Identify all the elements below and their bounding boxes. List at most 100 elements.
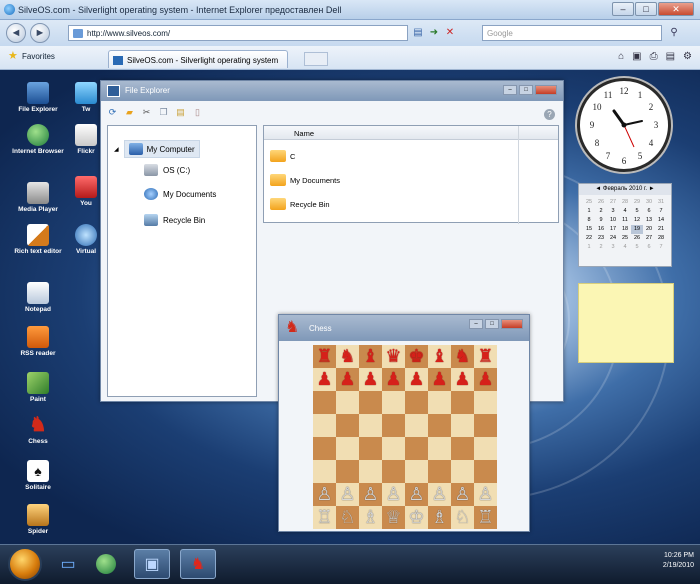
delete-icon[interactable]: ▯: [192, 107, 203, 118]
calendar-day[interactable]: 26: [595, 198, 607, 207]
calendar-day[interactable]: 10: [607, 216, 619, 225]
chess-titlebar[interactable]: ♞ Chess ‒ □: [279, 315, 529, 341]
calendar-day[interactable]: 5: [631, 243, 643, 252]
chess-square[interactable]: ♗: [428, 506, 451, 529]
calendar-day[interactable]: 14: [655, 216, 667, 225]
calendar-day[interactable]: 26: [631, 234, 643, 243]
search-icon[interactable]: ⚲: [668, 27, 680, 39]
chess-square[interactable]: [428, 414, 451, 437]
calendar-day[interactable]: 1: [583, 207, 595, 216]
calendar-day[interactable]: 4: [619, 243, 631, 252]
compat-icon[interactable]: ▤: [412, 27, 424, 39]
chess-square[interactable]: [474, 460, 497, 483]
chess-square[interactable]: [313, 437, 336, 460]
calendar-day[interactable]: 28: [655, 234, 667, 243]
minimize-button[interactable]: ‒: [503, 85, 517, 95]
calendar-day[interactable]: 7: [655, 243, 667, 252]
tools-menu-icon[interactable]: ⚙: [683, 51, 692, 62]
chess-square[interactable]: [451, 437, 474, 460]
home-icon[interactable]: ⌂: [618, 51, 624, 62]
start-button[interactable]: [8, 547, 42, 581]
chess-square[interactable]: ♔: [405, 506, 428, 529]
chess-square[interactable]: ♙: [359, 483, 382, 506]
chess-square[interactable]: [382, 437, 405, 460]
list-item[interactable]: C: [270, 150, 295, 162]
maximize-button[interactable]: □: [635, 2, 657, 16]
browser-taskbar-icon[interactable]: [88, 549, 124, 579]
chess-square[interactable]: [474, 437, 497, 460]
calendar-day[interactable]: 3: [607, 207, 619, 216]
chess-square[interactable]: ♙: [405, 483, 428, 506]
chess-square[interactable]: ♖: [474, 506, 497, 529]
chess-square[interactable]: ♟: [336, 368, 359, 391]
chess-square[interactable]: [474, 391, 497, 414]
calendar-day[interactable]: 27: [643, 234, 655, 243]
chess-square[interactable]: ♖: [313, 506, 336, 529]
calendar-day[interactable]: 30: [643, 198, 655, 207]
chess-square[interactable]: ♙: [382, 483, 405, 506]
chess-square[interactable]: [382, 391, 405, 414]
browser-tab[interactable]: SilveOS.com - Silverlight operating syst…: [108, 50, 288, 68]
desktop-icon-file-explorer[interactable]: File Explorer: [8, 82, 68, 114]
page-menu-icon[interactable]: ▤: [666, 51, 675, 62]
chess-square[interactable]: [428, 460, 451, 483]
list-item[interactable]: My Documents: [270, 174, 340, 186]
calendar-day[interactable]: 8: [583, 216, 595, 225]
chess-square[interactable]: ♟: [359, 368, 382, 391]
minimize-button[interactable]: ‒: [469, 319, 483, 329]
calendar-header[interactable]: ◄ Февраль 2010 г. ►: [579, 184, 671, 195]
calendar-day[interactable]: 24: [607, 234, 619, 243]
chess-square[interactable]: [359, 460, 382, 483]
close-button[interactable]: [535, 85, 557, 95]
calendar-day[interactable]: 21: [655, 225, 667, 234]
clock-time[interactable]: 10:26 PM: [663, 551, 694, 561]
chess-square[interactable]: ♞: [451, 345, 474, 368]
calendar-day[interactable]: 17: [607, 225, 619, 234]
tree-item-os-c[interactable]: OS (C:): [144, 164, 190, 176]
chess-square[interactable]: [451, 414, 474, 437]
feeds-icon[interactable]: ▣: [632, 51, 641, 62]
sticky-note[interactable]: [578, 283, 674, 363]
column-header-name[interactable]: Name: [294, 129, 314, 138]
desktop-icon-internet-browser[interactable]: Internet Browser: [8, 124, 68, 156]
calendar-day[interactable]: 9: [595, 216, 607, 225]
chess-square[interactable]: ♜: [474, 345, 497, 368]
desktop-icon-media-player[interactable]: Media Player: [8, 182, 68, 214]
desktop-icon-notepad[interactable]: Notepad: [8, 282, 68, 314]
chess-square[interactable]: [313, 460, 336, 483]
chess-square[interactable]: ♝: [428, 345, 451, 368]
chess-square[interactable]: ♟: [428, 368, 451, 391]
calendar-day[interactable]: 6: [643, 207, 655, 216]
desktop-icon-rich-text-editor[interactable]: Rich text editor: [8, 224, 68, 256]
tree-item-recycle-bin[interactable]: Recycle Bin: [144, 214, 205, 226]
chess-square[interactable]: ♟: [313, 368, 336, 391]
calendar-day[interactable]: 16: [595, 225, 607, 234]
chess-square[interactable]: ♟: [474, 368, 497, 391]
chess-square[interactable]: [474, 414, 497, 437]
calendar-day[interactable]: 15: [583, 225, 595, 234]
refresh-icon[interactable]: ➜: [428, 27, 440, 39]
calendar-day[interactable]: 13: [643, 216, 655, 225]
chess-square[interactable]: [428, 437, 451, 460]
chess-square[interactable]: [428, 391, 451, 414]
chess-square[interactable]: [313, 414, 336, 437]
chess-square[interactable]: [336, 460, 359, 483]
chess-square[interactable]: ♞: [336, 345, 359, 368]
calendar-day[interactable]: 11: [619, 216, 631, 225]
chess-square[interactable]: ♘: [451, 506, 474, 529]
chess-square[interactable]: [405, 460, 428, 483]
calendar-day[interactable]: 22: [583, 234, 595, 243]
chess-square[interactable]: [336, 437, 359, 460]
chess-square[interactable]: ♕: [382, 506, 405, 529]
chess-square[interactable]: [405, 437, 428, 460]
new-tab-button[interactable]: [304, 52, 328, 66]
desktop-icon-chess[interactable]: ♞ Chess: [8, 414, 68, 446]
chess-square[interactable]: [405, 414, 428, 437]
desktop-icon-rss-reader[interactable]: RSS reader: [8, 326, 68, 358]
chess-square[interactable]: ♙: [451, 483, 474, 506]
desktop-icon-paint[interactable]: Paint: [8, 372, 68, 404]
desktop-icon-solitaire[interactable]: ♠ Solitaire: [8, 460, 68, 492]
chess-square[interactable]: [336, 414, 359, 437]
tree-item-my-computer[interactable]: ◢ My Computer: [114, 140, 200, 158]
clock-gadget[interactable]: 12 1 2 345 678 9 10 11: [577, 78, 671, 172]
